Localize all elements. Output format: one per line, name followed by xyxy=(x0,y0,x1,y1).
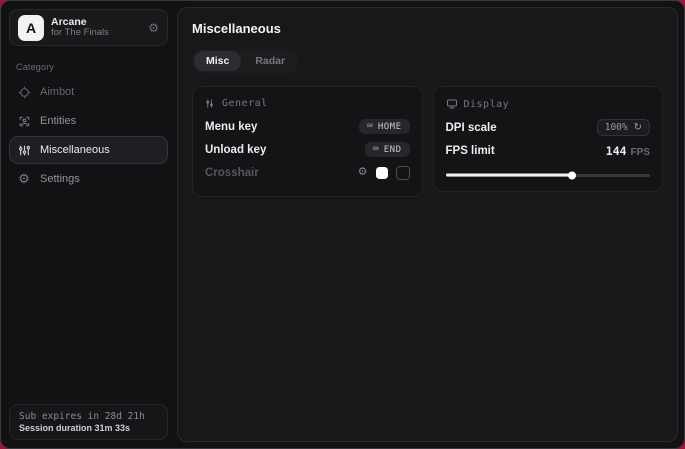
dpi-scale-value: 100% xyxy=(605,122,628,133)
slider-thumb[interactable] xyxy=(568,171,576,179)
menu-key-row: Menu key ⌨ HOME xyxy=(205,115,410,138)
unload-key-bind-value: END xyxy=(384,145,402,155)
keyboard-icon: ⌨ xyxy=(367,122,373,132)
crosshair-icon xyxy=(17,86,31,99)
sidebar-item-label: Aimbot xyxy=(40,86,74,98)
app-window: A Arcane for The Finals ⚙ Category Aimbo… xyxy=(0,0,685,449)
sidebar-nav: Aimbot Entities Miscellaneous xyxy=(1,78,176,193)
session-duration-text: Session duration 31m 33s xyxy=(19,423,158,433)
cards-row: General Menu key ⌨ HOME Unload key ⌨ END xyxy=(192,86,663,197)
refresh-icon[interactable]: ↻ xyxy=(634,123,642,133)
monitor-icon xyxy=(446,98,458,110)
person-scan-icon xyxy=(17,115,31,128)
crosshair-color-swatch[interactable] xyxy=(376,167,388,179)
menu-key-label: Menu key xyxy=(205,121,257,133)
display-card-title: Display xyxy=(464,99,510,110)
slider-fill xyxy=(446,174,573,177)
sidebar: A Arcane for The Finals ⚙ Category Aimbo… xyxy=(1,1,176,448)
general-card: General Menu key ⌨ HOME Unload key ⌨ END xyxy=(192,86,423,197)
fps-limit-value: 144 xyxy=(606,144,627,158)
general-card-title: General xyxy=(222,98,268,109)
fps-limit-slider[interactable] xyxy=(446,171,651,179)
main-panel: Miscellaneous Misc Radar General Menu ke… xyxy=(177,7,678,442)
menu-key-bind-button[interactable]: ⌨ HOME xyxy=(359,119,410,134)
dpi-scale-label: DPI scale xyxy=(446,122,497,134)
display-card-header: Display xyxy=(446,96,651,116)
crosshair-row: Crosshair ⚙ xyxy=(205,161,410,184)
category-label: Category xyxy=(1,54,176,78)
fps-limit-value-wrap: 144 FPS xyxy=(606,144,650,158)
gear-icon[interactable]: ⚙ xyxy=(148,21,159,35)
unload-key-bind-button[interactable]: ⌨ END xyxy=(365,142,410,157)
crosshair-controls: ⚙ xyxy=(358,166,410,180)
gear-icon[interactable]: ⚙ xyxy=(358,167,368,178)
sidebar-item-label: Settings xyxy=(40,173,80,185)
sidebar-item-label: Entities xyxy=(40,115,76,127)
sliders-icon xyxy=(205,98,216,109)
general-card-header: General xyxy=(205,96,410,115)
sidebar-item-aimbot[interactable]: Aimbot xyxy=(9,78,168,106)
display-card: Display DPI scale 100% ↻ FPS limit 144 F… xyxy=(433,86,664,192)
subscription-card: Sub expires in 28d 21h Session duration … xyxy=(9,404,168,440)
menu-key-bind-value: HOME xyxy=(378,122,402,132)
brand-subtitle: for The Finals xyxy=(51,28,141,39)
page-title: Miscellaneous xyxy=(192,21,663,36)
app-logo: A xyxy=(18,15,44,41)
sidebar-item-miscellaneous[interactable]: Miscellaneous xyxy=(9,136,168,164)
tab-bar: Misc Radar xyxy=(192,49,299,73)
fps-limit-row: FPS limit 144 FPS xyxy=(446,139,651,162)
sidebar-spacer xyxy=(1,193,176,396)
unload-key-label: Unload key xyxy=(205,144,266,156)
keyboard-icon: ⌨ xyxy=(373,145,379,155)
sidebar-item-settings[interactable]: ⚙ Settings xyxy=(9,165,168,193)
fps-limit-unit: FPS xyxy=(631,147,650,158)
dpi-scale-row: DPI scale 100% ↻ xyxy=(446,116,651,139)
gear-icon: ⚙ xyxy=(17,171,31,187)
tab-radar[interactable]: Radar xyxy=(243,51,297,71)
unload-key-row: Unload key ⌨ END xyxy=(205,138,410,161)
crosshair-label: Crosshair xyxy=(205,167,259,179)
brand-card: A Arcane for The Finals ⚙ xyxy=(9,9,168,46)
crosshair-toggle-checkbox[interactable] xyxy=(396,166,410,180)
brand-text: Arcane for The Finals xyxy=(51,16,141,39)
dpi-scale-control[interactable]: 100% ↻ xyxy=(597,119,650,136)
fps-limit-label: FPS limit xyxy=(446,145,495,157)
sidebar-item-entities[interactable]: Entities xyxy=(9,107,168,135)
sub-expires-text: Sub expires in 28d 21h xyxy=(19,411,158,422)
tab-misc[interactable]: Misc xyxy=(194,51,241,71)
sliders-icon xyxy=(17,144,31,157)
sidebar-item-label: Miscellaneous xyxy=(40,144,110,156)
